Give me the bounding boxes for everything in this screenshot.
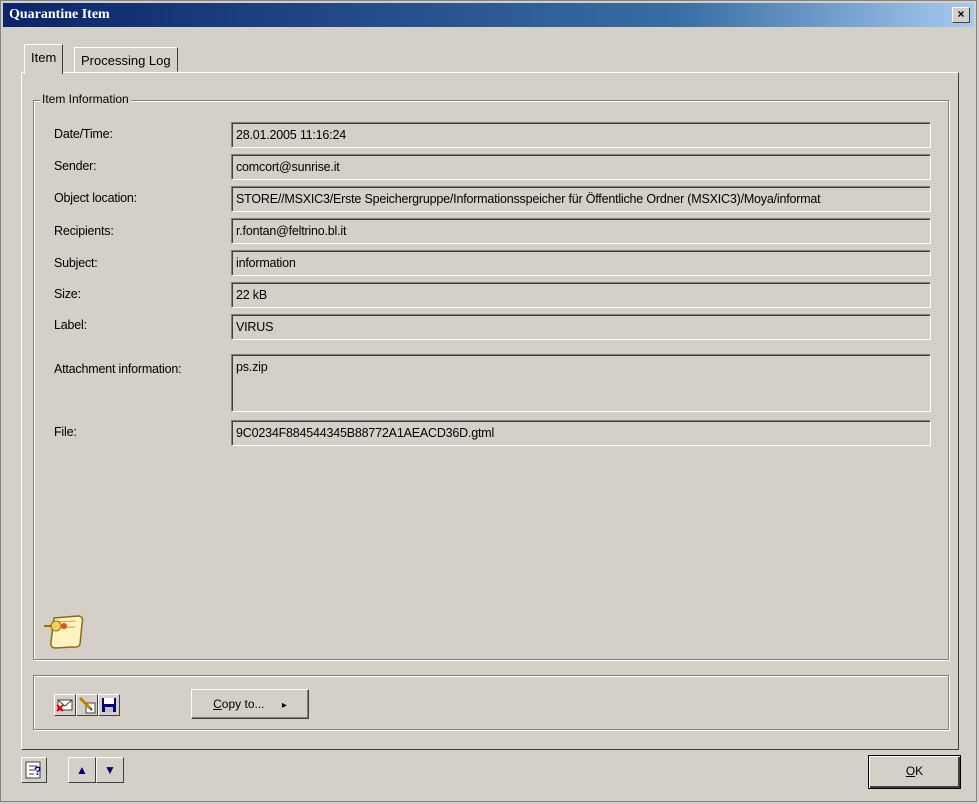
title-bar[interactable]: Quarantine Item × xyxy=(3,3,974,27)
floppy-icon xyxy=(102,698,116,712)
copy-to-mnemonic: C xyxy=(213,697,222,711)
object-location-label: Object location: xyxy=(54,191,137,205)
sender-field[interactable]: comcort@sunrise.it xyxy=(231,154,931,180)
size-label: Size: xyxy=(54,287,81,301)
attachment-label: Attachment information: xyxy=(54,362,182,376)
window-title: Quarantine Item xyxy=(9,7,110,22)
edit-button[interactable] xyxy=(76,694,98,716)
size-field[interactable]: 22 kB xyxy=(231,282,931,308)
file-label: File: xyxy=(54,425,77,439)
properties-button[interactable]: ? xyxy=(21,757,47,783)
object-location-field[interactable]: STORE//MSXIC3/Erste Speichergruppe/Infor… xyxy=(231,186,931,212)
tab-processing-log-label: Processing Log xyxy=(81,53,171,68)
subject-label: Subject: xyxy=(54,256,98,270)
ok-button[interactable]: OK xyxy=(868,755,961,789)
close-button[interactable]: × xyxy=(952,7,970,23)
tab-item[interactable]: Item xyxy=(24,44,64,74)
delete-mail-icon xyxy=(56,699,73,712)
ok-label: K xyxy=(915,764,924,778)
datetime-field[interactable]: 28.01.2005 11:16:24 xyxy=(231,122,931,148)
save-button[interactable] xyxy=(98,694,120,716)
attachment-field[interactable]: ps.zip xyxy=(231,354,931,412)
recipients-label: Recipients: xyxy=(54,224,114,238)
submenu-arrow-icon: ▸ xyxy=(281,700,287,711)
tab-processing-log[interactable]: Processing Log xyxy=(74,47,178,72)
properties-icon: ? xyxy=(25,761,41,779)
delete-mail-button[interactable] xyxy=(54,694,76,716)
recipients-field[interactable]: r.fontan@feltrino.bl.it xyxy=(231,218,931,244)
group-legend: Item Information xyxy=(40,92,131,106)
svg-text:?: ? xyxy=(34,764,41,778)
copy-to-label: opy to... xyxy=(221,697,265,711)
subject-field[interactable]: information xyxy=(231,250,931,276)
move-up-button[interactable]: ▲ xyxy=(68,757,96,783)
tab-item-label: Item xyxy=(31,50,57,65)
label-label: Label: xyxy=(54,318,87,332)
action-toolbar xyxy=(33,675,949,730)
ok-mnemonic: O xyxy=(905,764,916,778)
label-field[interactable]: VIRUS xyxy=(231,314,931,340)
datetime-label: Date/Time: xyxy=(54,127,113,141)
pencil-icon xyxy=(78,696,96,714)
sender-label: Sender: xyxy=(54,159,97,173)
move-down-button[interactable]: ▼ xyxy=(96,757,124,783)
note-pin-icon xyxy=(44,615,84,649)
copy-to-button[interactable]: Copy to... ▸ xyxy=(191,689,309,719)
file-field[interactable]: 9C0234F884544345B88772A1AEACD36D.gtml xyxy=(231,420,931,446)
